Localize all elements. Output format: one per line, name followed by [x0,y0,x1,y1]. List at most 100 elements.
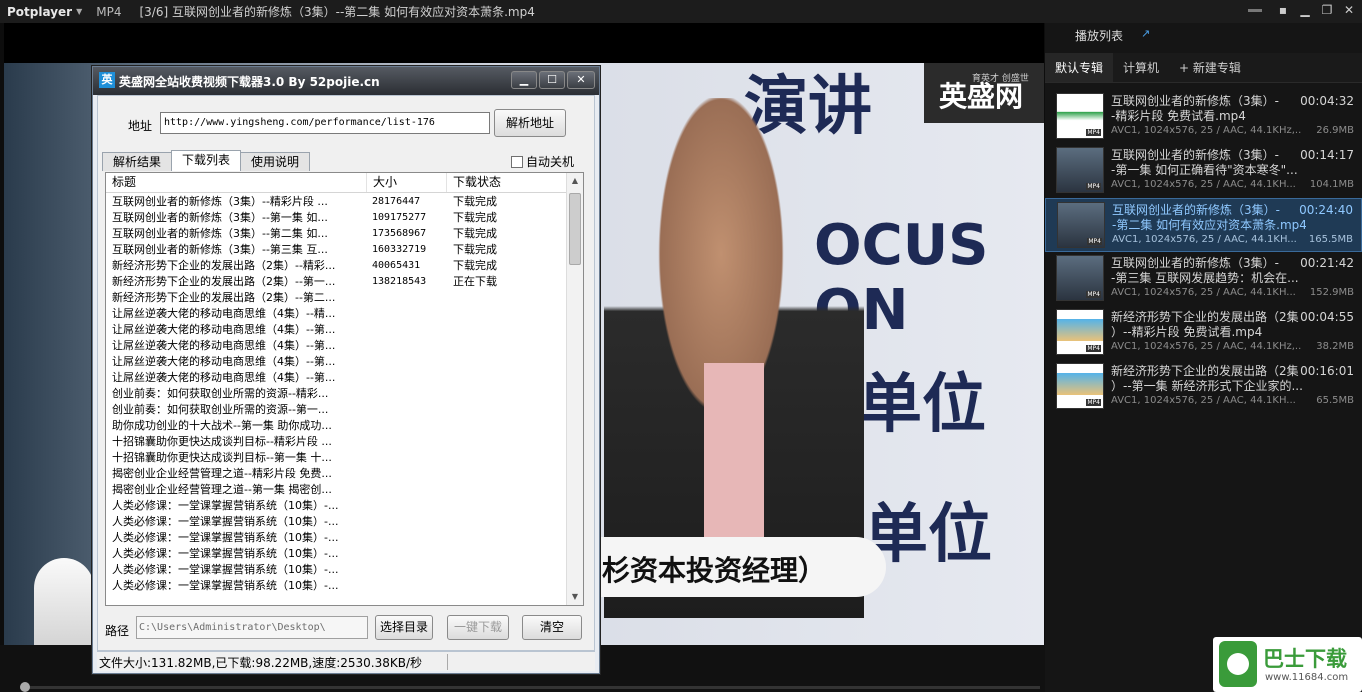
playlist-item-meta: AVC1, 1024x576, 25 / AAC, 44.1KH... [1111,179,1296,190]
column-header-status[interactable]: 下载状态 [447,173,567,192]
playlist-item[interactable]: MP4 互联网创业者的新修炼（3集）- -第三集 互联网发展趋势：机会在... … [1045,252,1362,306]
player-format: MP4 [96,4,122,19]
auto-shutdown-checkbox[interactable]: 自动关机 [511,153,574,170]
mp4-badge: MP4 [1086,345,1101,352]
table-row[interactable]: 十招锦囊助你更快达成谈判目标--精彩片段 ... [106,434,568,450]
tab-computer[interactable]: 计算机 [1113,53,1169,82]
site-watermark: 巴士下载 www.11684.com [1213,637,1362,692]
table-row[interactable]: 人类必修课：一堂课掌握营销系统（10集）-... [106,562,568,578]
tab-download-list[interactable]: 下载列表 [171,150,242,171]
row-size: 160332719 [372,244,427,255]
table-row[interactable]: 揭密创业企业经营管理之道--精彩片段 免费... [106,466,568,482]
tab-parse-results[interactable]: 解析结果 [102,152,173,171]
row-title: 互联网创业者的新修炼（3集）--第三集 互... [112,243,328,256]
table-row[interactable]: 新经济形势下企业的发展出路（2集）--第一... 138218543 正在下载 [106,274,568,290]
dialog-titlebar[interactable]: 英 英盛网全站收费视频下载器3.0 By 52pojie.cn ▁ ☐ ✕ [93,67,599,95]
table-scrollbar[interactable]: ▲ ▼ [566,173,583,605]
column-header-size[interactable]: 大小 [367,173,447,192]
playlist-item[interactable]: MP4 新经济形势下企业的发展出路（2集 ）--第一集 新经济形式下企业家的..… [1045,360,1362,414]
close-button[interactable]: ✕ [567,71,595,89]
row-title: 人类必修课：一堂课掌握营销系统（10集）-... [112,547,339,560]
table-row[interactable]: 人类必修课：一堂课掌握营销系统（10集）-... [106,546,568,562]
table-row[interactable]: 助你成功创业的十大战术--第一集 助你成功... [106,418,568,434]
table-row[interactable]: 新经济形势下企业的发展出路（2集）--第二... [106,290,568,306]
dialog-body: 地址 http://www.yingsheng.com/performance/… [97,95,595,651]
row-title: 新经济形势下企业的发展出路（2集）--第二... [112,291,336,304]
one-click-download-button[interactable]: 一键下载 [447,615,509,640]
table-row[interactable]: 人类必修课：一堂课掌握营销系统（10集）-... [106,514,568,530]
playlist-item[interactable]: MP4 新经济形势下企业的发展出路（2集 ）--精彩片段 免费试看.mp4 AV… [1045,306,1362,360]
mp4-badge: MP4 [1087,238,1102,245]
volume-bar[interactable] [1248,8,1262,12]
playlist-item[interactable]: MP4 互联网创业者的新修炼（3集）- -精彩片段 免费试看.mp4 AVC1,… [1045,90,1362,144]
parse-address-button[interactable]: 解析地址 [494,109,566,137]
dialog-tabs: 解析结果 下载列表 使用说明 [102,150,311,172]
playlist-item-title: 新经济形势下企业的发展出路（2集 [1111,310,1299,324]
scroll-up-icon[interactable]: ▲ [567,173,583,189]
player-brand-menu[interactable]: Potplayer [0,5,72,19]
maximize-button[interactable]: ☐ [539,71,565,89]
row-title: 互联网创业者的新修炼（3集）--第二集 如... [112,227,328,240]
playlist-item-title-2: -第一集 如何正确看待"资本寒冬"... [1111,163,1298,177]
tab-new-album[interactable]: + 新建专辑 [1169,53,1251,82]
row-status: 下载完成 [453,227,497,240]
mp4-badge: MP4 [1086,129,1101,136]
playlist-item[interactable]: MP4 互联网创业者的新修炼（3集）- -第一集 如何正确看待"资本寒冬"...… [1045,144,1362,198]
column-header-title[interactable]: 标题 [106,173,367,192]
tab-default-album[interactable]: 默认专辑 [1045,53,1114,82]
row-title: 人类必修课：一堂课掌握营销系统（10集）-... [112,531,339,544]
row-size: 28176447 [372,196,421,207]
playlist-panel: 播放列表 ↗ 默认专辑 计算机 + 新建专辑 MP4 互联网创业者的新修炼（3集… [1045,23,1362,692]
table-row[interactable]: 人类必修课：一堂课掌握营销系统（10集）-... [106,578,568,594]
scroll-down-icon[interactable]: ▼ [567,589,583,605]
table-row[interactable]: 让屌丝逆袭大佬的移动电商思维（4集）--第... [106,354,568,370]
seek-knob[interactable] [20,682,30,692]
table-row[interactable]: 创业前奏：如何获取创业所需的资源--第一... [106,402,568,418]
minimize-icon[interactable]: ▁ [1298,3,1312,17]
row-size [367,562,447,578]
table-row[interactable]: 让屌丝逆袭大佬的移动电商思维（4集）--第... [106,338,568,354]
minimize-button[interactable]: ▁ [511,71,537,89]
row-status [447,578,567,594]
watermark-logo-icon [1219,641,1257,687]
address-input[interactable]: http://www.yingsheng.com/performance/lis… [160,112,490,134]
close-icon[interactable]: ✕ [1342,3,1356,17]
playlist-item-title: 互联网创业者的新修炼（3集）- [1112,203,1280,217]
mp4-badge: MP4 [1086,183,1101,190]
table-row[interactable]: 创业前奏：如何获取创业所需的资源--精彩... [106,386,568,402]
table-row[interactable]: 让屌丝逆袭大佬的移动电商思维（4集）--第... [106,370,568,386]
clear-button[interactable]: 清空 [522,615,582,640]
row-title: 新经济形势下企业的发展出路（2集）--第一... [112,275,336,288]
table-row[interactable]: 新经济形势下企业的发展出路（2集）--精彩... 40065431 下载完成 [106,258,568,274]
playlist-item-meta: AVC1, 1024x576, 25 / AAC, 44.1KH... [1112,234,1297,245]
table-row[interactable]: 十招锦囊助你更快达成谈判目标--第一集 十... [106,450,568,466]
restore-icon[interactable]: ❐ [1320,3,1334,17]
table-row[interactable]: 互联网创业者的新修炼（3集）--第三集 互... 160332719 下载完成 [106,242,568,258]
playlist-item-playing[interactable]: MP4 互联网创业者的新修炼（3集）- -第二集 如何有效应对资本萧条.mp4 … [1045,198,1362,252]
chevron-down-icon[interactable]: ▼ [76,7,82,16]
path-input[interactable]: C:\Users\Administrator\Desktop\ [136,616,368,639]
checkbox-icon[interactable] [511,155,523,168]
table-row[interactable]: 互联网创业者的新修炼（3集）--第二集 如... 173568967 下载完成 [106,226,568,242]
table-row[interactable]: 人类必修课：一堂课掌握营销系统（10集）-... [106,530,568,546]
row-size [367,466,447,482]
choose-directory-button[interactable]: 选择目录 [375,615,433,640]
player-window-controls: ▪ ▁ ❐ ✕ [1248,3,1356,17]
tab-instructions[interactable]: 使用说明 [240,152,311,171]
scroll-thumb[interactable] [569,193,581,265]
row-title: 让屌丝逆袭大佬的移动电商思维（4集）--第... [112,371,336,384]
table-row[interactable]: 让屌丝逆袭大佬的移动电商思维（4集）--精... [106,306,568,322]
table-row[interactable]: 让屌丝逆袭大佬的移动电商思维（4集）--第... [106,322,568,338]
table-header: 标题 大小 下载状态 [106,173,583,193]
popout-icon[interactable]: ↗ [1141,21,1150,47]
table-row[interactable]: 互联网创业者的新修炼（3集）--精彩片段 ... 28176447 下载完成 [106,194,568,210]
row-title: 让屌丝逆袭大佬的移动电商思维（4集）--精... [112,307,336,320]
table-row[interactable]: 揭密创业企业经营管理之道--第一集 揭密创... [106,482,568,498]
watermark-url: www.11684.com [1265,672,1349,683]
row-status [447,498,567,514]
seek-bar[interactable] [20,686,1040,689]
video-thumbnail: MP4 [1056,363,1104,409]
table-row[interactable]: 互联网创业者的新修炼（3集）--第一集 如... 109175277 下载完成 [106,210,568,226]
table-row[interactable]: 人类必修课：一堂课掌握营销系统（10集）-... [106,498,568,514]
pin-icon[interactable]: ▪ [1276,3,1290,17]
